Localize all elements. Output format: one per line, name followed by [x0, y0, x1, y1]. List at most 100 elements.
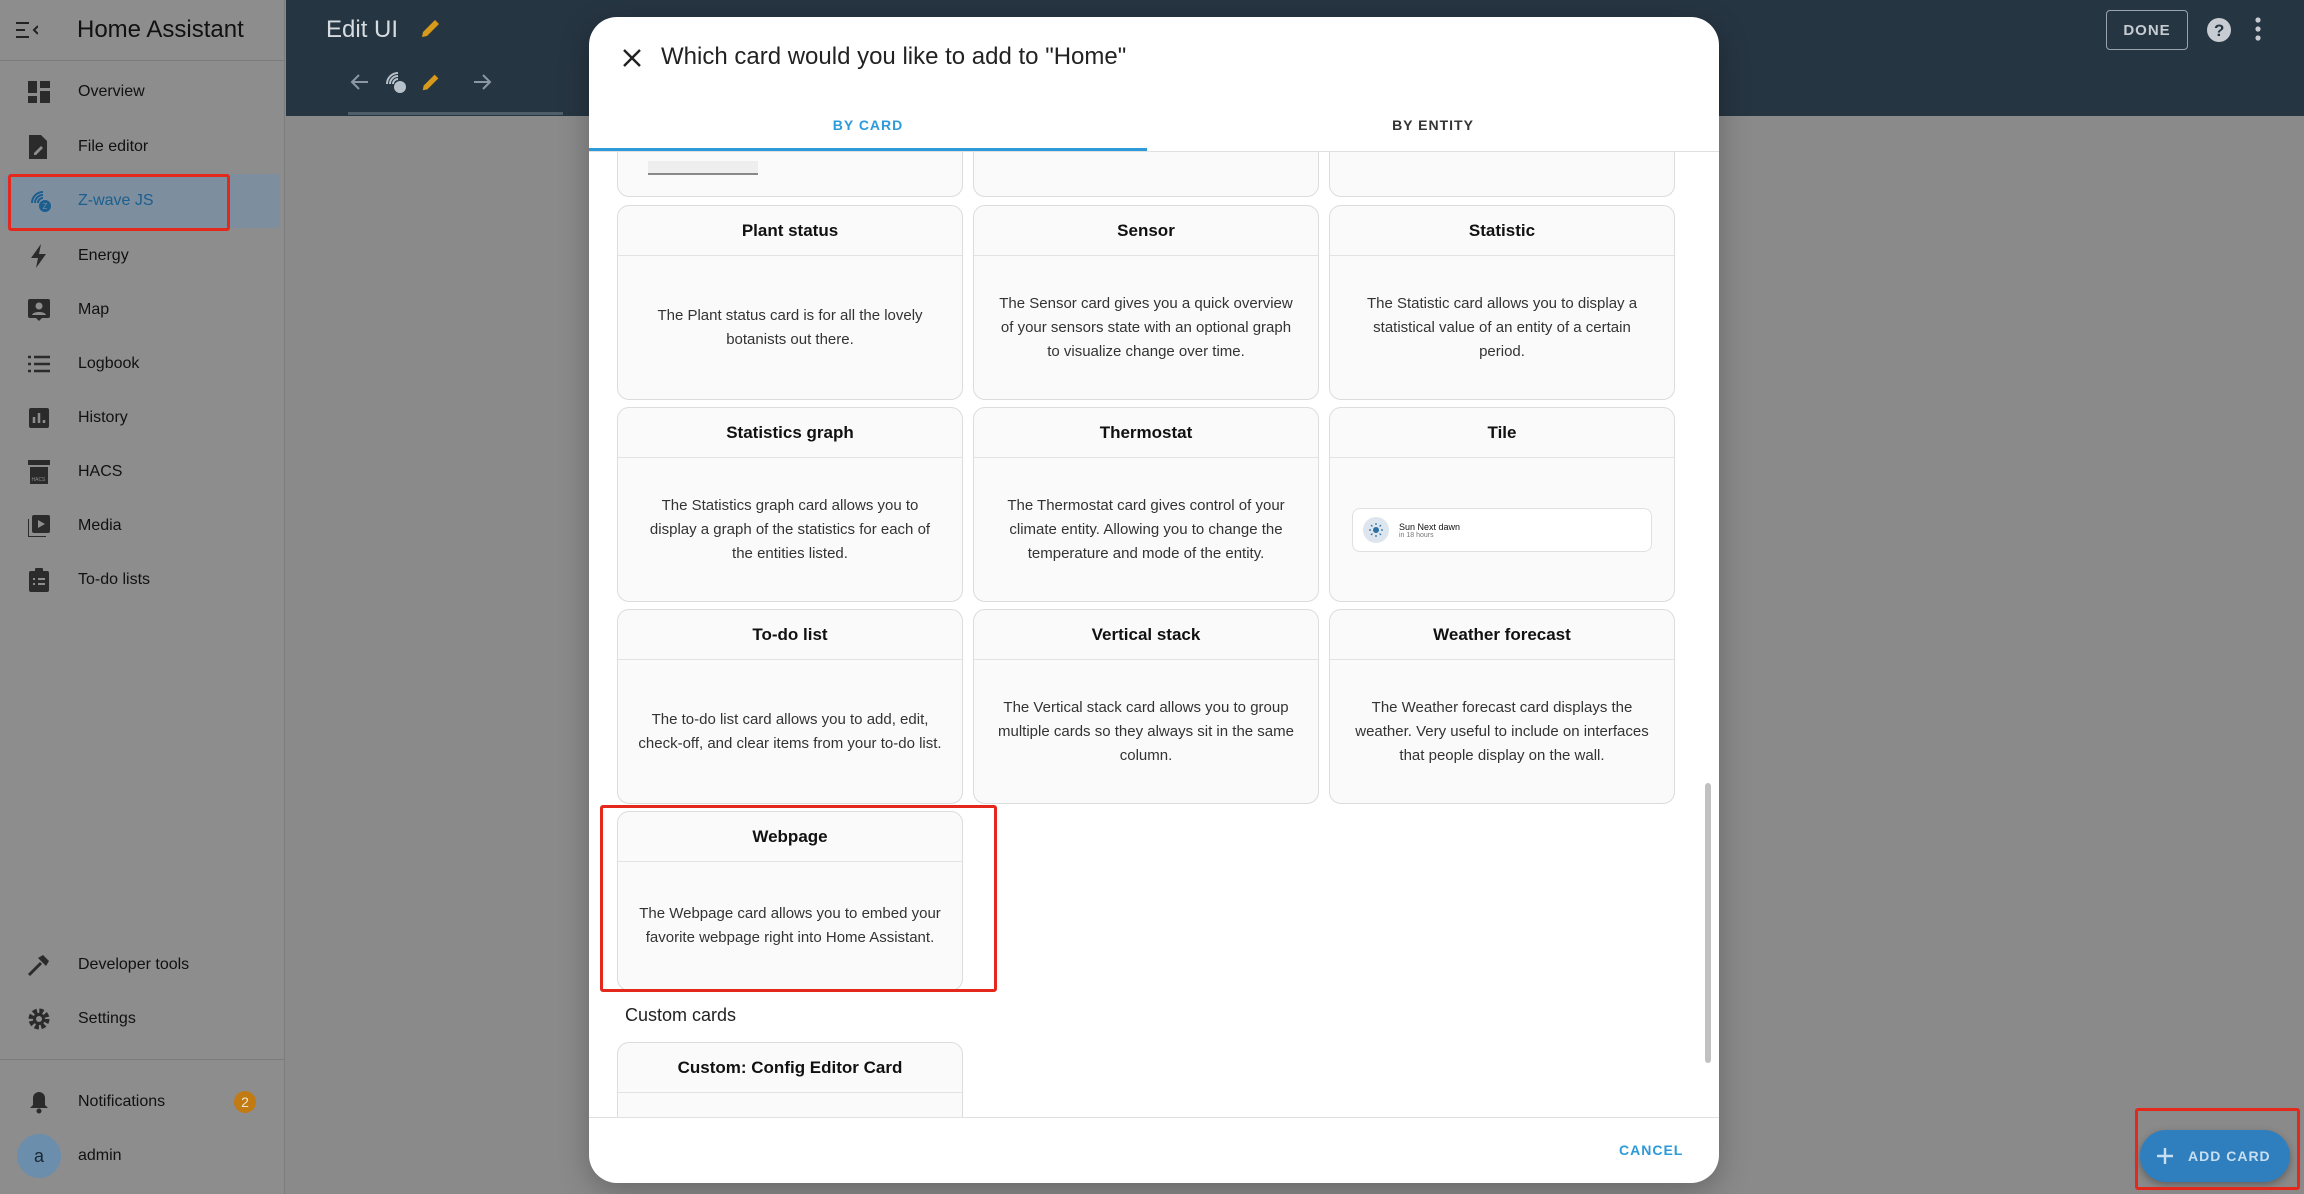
list-icon — [0, 355, 78, 373]
card-option-sensor[interactable]: Sensor The Sensor card gives you a quick… — [973, 205, 1319, 400]
sidebar-item-label: Logbook — [78, 355, 140, 372]
scrollbar-thumb[interactable] — [1705, 783, 1711, 1063]
chart-box-icon — [0, 408, 78, 428]
card-option-weather-forecast[interactable]: Weather forecast The Weather forecast ca… — [1329, 609, 1675, 804]
card-option-title: Tile — [1330, 408, 1674, 458]
help-button[interactable]: ? — [2206, 17, 2232, 48]
card-option-plant-status[interactable]: Plant status The Plant status card is fo… — [617, 205, 963, 400]
sidebar-item-file-editor[interactable]: File editor — [0, 120, 285, 174]
add-card-button[interactable]: ADD CARD — [2140, 1130, 2290, 1182]
tab-by-card[interactable]: BY CARD — [589, 117, 1147, 151]
card-option-description: The Statistics graph card allows you to … — [649, 496, 931, 562]
sidebar-item-history[interactable]: History — [0, 391, 285, 445]
map-person-icon — [0, 299, 78, 321]
sidebar-item-energy[interactable]: Energy — [0, 229, 285, 283]
hammer-icon — [0, 953, 78, 977]
done-button[interactable]: DONE — [2106, 10, 2188, 50]
notification-count-badge: 2 — [234, 1091, 256, 1113]
close-icon — [623, 49, 641, 67]
sidebar-item-media[interactable]: Media — [0, 499, 285, 553]
sidebar-item-todo-lists[interactable]: To-do lists — [0, 553, 285, 607]
tab-by-entity[interactable]: BY ENTITY — [1147, 117, 1719, 151]
card-option-description: The Webpage card allows you to embed you… — [639, 905, 941, 946]
dialog-title: Which card would you like to add to "Hom… — [661, 43, 1127, 70]
sidebar-item-notifications[interactable]: Notifications 2 — [0, 1075, 285, 1129]
card-option-description: The Thermostat card gives control of you… — [1007, 496, 1285, 562]
sidebar-item-label: admin — [78, 1147, 122, 1164]
arrow-right-icon — [474, 74, 492, 90]
sidebar: Home Assistant Overview File editor Z Z-… — [0, 0, 285, 1194]
card-option-statistic[interactable]: Statistic The Statistic card allows you … — [1329, 205, 1675, 400]
card-picker-list[interactable]: Plant status The Plant status card is fo… — [589, 152, 1719, 1117]
view-zwave-button[interactable] — [384, 70, 408, 99]
sidebar-item-logbook[interactable]: Logbook — [0, 337, 285, 391]
sidebar-header: Home Assistant — [0, 0, 284, 61]
card-option-tile[interactable]: Tile Sun Next dawn in 18 hours — [1329, 407, 1675, 602]
sidebar-item-label: Map — [78, 301, 110, 318]
svg-text:?: ? — [2214, 21, 2224, 40]
menu-collapse-icon — [16, 22, 38, 38]
sidebar-item-label: To-do lists — [78, 571, 151, 588]
card-option-statistics-graph[interactable]: Statistics graph The Statistics graph ca… — [617, 407, 963, 602]
svg-text:Z: Z — [43, 202, 48, 211]
custom-cards-heading: Custom cards — [625, 1005, 737, 1025]
close-dialog-button[interactable] — [617, 43, 647, 73]
more-options-button[interactable] — [2254, 15, 2262, 48]
view-toolbar — [348, 70, 494, 99]
gear-icon — [0, 1007, 78, 1031]
menu-toggle-button[interactable] — [0, 0, 54, 61]
card-option-custom-config-editor[interactable]: Custom: Config Editor Card — [617, 1042, 963, 1117]
edit-title-button[interactable] — [419, 16, 443, 45]
cancel-button[interactable]: CANCEL — [1619, 1142, 1683, 1158]
card-option-partial[interactable] — [1329, 152, 1675, 197]
sidebar-item-user[interactable]: a admin — [0, 1129, 285, 1183]
card-option-title: Sensor — [974, 206, 1318, 256]
dashboard-icon — [0, 81, 78, 103]
card-option-title: Plant status — [618, 206, 962, 256]
active-tab-indicator — [589, 148, 1147, 151]
card-option-title: Statistics graph — [618, 408, 962, 458]
card-option-description: The to-do list card allows you to add, e… — [638, 710, 942, 752]
card-option-description: The Weather forecast card displays the w… — [1355, 698, 1649, 764]
dialog-footer: CANCEL — [589, 1117, 1719, 1183]
zwave-icon — [386, 72, 406, 93]
sidebar-item-overview[interactable]: Overview — [0, 65, 285, 119]
sidebar-item-developer-tools[interactable]: Developer tools — [0, 938, 285, 992]
sidebar-item-map[interactable]: Map — [0, 283, 285, 337]
avatar: a — [17, 1134, 61, 1178]
sidebar-item-settings[interactable]: Settings — [0, 992, 285, 1046]
plus-icon — [2157, 1148, 2173, 1164]
card-option-description: The Vertical stack card allows you to gr… — [998, 698, 1294, 764]
card-option-vertical-stack[interactable]: Vertical stack The Vertical stack card a… — [973, 609, 1319, 804]
pencil-icon — [422, 74, 439, 91]
edit-view-button[interactable] — [420, 71, 442, 98]
zwave-icon: Z — [4, 189, 78, 213]
card-option-title: Thermostat — [974, 408, 1318, 458]
card-option-partial[interactable] — [617, 152, 963, 197]
help-circle-icon: ? — [2207, 18, 2231, 42]
arrow-left-icon — [350, 74, 368, 90]
card-preview-fragment — [648, 161, 758, 175]
sidebar-item-label: Settings — [78, 1010, 136, 1027]
page-title: Edit UI — [326, 16, 399, 43]
tile-card-preview: Sun Next dawn in 18 hours — [1352, 508, 1652, 552]
bell-icon — [0, 1090, 78, 1114]
move-right-button[interactable] — [470, 70, 494, 99]
sidebar-item-label: Notifications — [78, 1093, 166, 1110]
tile-preview-name: Sun Next dawn — [1399, 521, 1461, 532]
sidebar-item-label: Overview — [78, 83, 145, 100]
play-box-icon — [0, 515, 78, 537]
file-edit-icon — [0, 135, 78, 159]
card-option-partial[interactable] — [973, 152, 1319, 197]
tile-preview-text: Sun Next dawn in 18 hours — [1399, 522, 1460, 539]
sidebar-item-label: Media — [78, 517, 122, 534]
card-option-thermostat[interactable]: Thermostat The Thermostat card gives con… — [973, 407, 1319, 602]
sidebar-item-hacs[interactable]: HACS HACS — [0, 445, 285, 499]
card-option-title: Weather forecast — [1330, 610, 1674, 660]
card-option-webpage[interactable]: Webpage The Webpage card allows you to e… — [617, 811, 963, 991]
move-left-button[interactable] — [348, 70, 372, 99]
sidebar-item-zwave-js[interactable]: Z Z-wave JS — [4, 174, 280, 228]
card-option-todo-list[interactable]: To-do list The to-do list card allows yo… — [617, 609, 963, 804]
svg-text:HACS: HACS — [32, 477, 47, 483]
sidebar-divider — [0, 1059, 285, 1060]
